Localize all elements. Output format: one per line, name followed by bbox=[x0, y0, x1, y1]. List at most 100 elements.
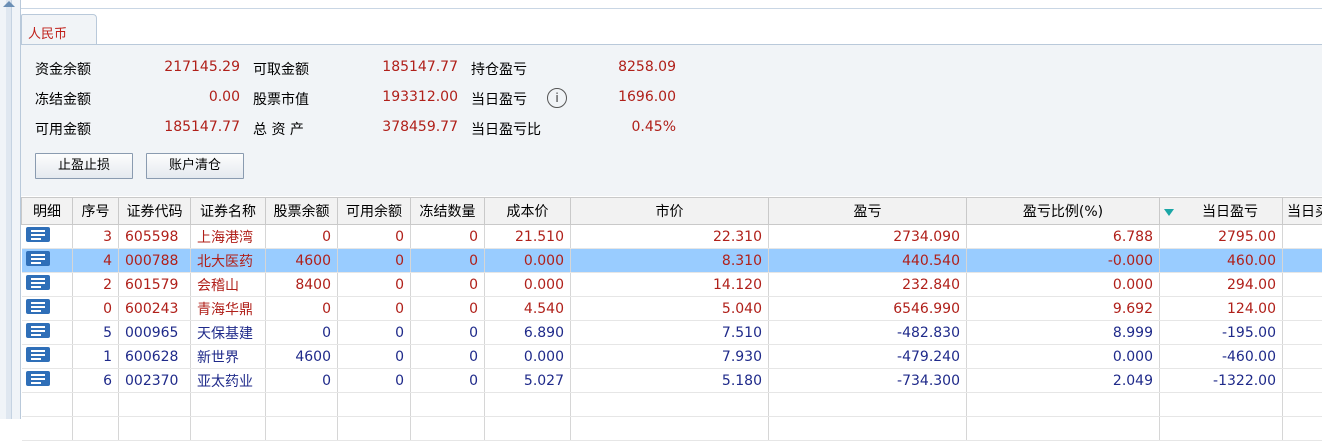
detail-cell[interactable] bbox=[22, 225, 73, 249]
cell-pnl: 440.540 bbox=[769, 249, 967, 273]
detail-cell[interactable] bbox=[22, 369, 73, 393]
cell-avail: 0 bbox=[338, 297, 411, 321]
empty-cell bbox=[73, 417, 119, 441]
cell-pnl: 232.840 bbox=[769, 273, 967, 297]
empty-cell bbox=[119, 417, 191, 441]
empty-cell bbox=[1160, 393, 1283, 417]
left-collapse-bar[interactable] bbox=[0, 0, 21, 419]
cell-bal: 0 bbox=[266, 321, 338, 345]
cell-bal: 0 bbox=[266, 225, 338, 249]
cell-seq: 3 bbox=[73, 225, 119, 249]
empty-cell bbox=[769, 417, 967, 441]
cell-seq: 6 bbox=[73, 369, 119, 393]
label-frozen-amount: 冻结金额 bbox=[35, 89, 91, 109]
empty-cell bbox=[967, 393, 1160, 417]
cell-name: 上海港湾 bbox=[191, 225, 266, 249]
empty-cell bbox=[338, 417, 411, 441]
detail-list-icon[interactable] bbox=[26, 371, 50, 386]
empty-cell bbox=[1160, 417, 1283, 441]
empty-cell bbox=[191, 393, 266, 417]
detail-cell[interactable] bbox=[22, 273, 73, 297]
col-daily-pnl-label: 当日盈亏 bbox=[1202, 204, 1258, 220]
cell-price: 5.040 bbox=[571, 297, 769, 321]
left-strip bbox=[6, 0, 12, 419]
col-stock-balance[interactable]: 股票余额 bbox=[266, 198, 338, 225]
tab-rmb[interactable]: 人民币 bbox=[21, 14, 97, 45]
col-pnl-ratio[interactable]: 盈亏比例(%) bbox=[967, 198, 1160, 225]
empty-cell bbox=[769, 393, 967, 417]
top-band bbox=[21, 0, 1322, 9]
value-total-assets: 378459.77 bbox=[358, 119, 458, 135]
value-daily-pnl-ratio: 0.45% bbox=[576, 119, 676, 135]
table-row[interactable]: 2601579会稽山8400000.00014.120232.8400.0002… bbox=[22, 273, 1322, 297]
detail-cell[interactable] bbox=[22, 249, 73, 273]
empty-cell bbox=[266, 417, 338, 441]
clear-account-button[interactable]: 账户清仓 bbox=[146, 153, 244, 179]
cell-daily-buy bbox=[1283, 225, 1322, 249]
detail-list-icon[interactable] bbox=[26, 299, 50, 314]
col-pnl[interactable]: 盈亏 bbox=[769, 198, 967, 225]
currency-tab-row: 人民币 bbox=[21, 9, 1322, 44]
detail-list-icon[interactable] bbox=[26, 323, 50, 338]
detail-list-icon[interactable] bbox=[26, 275, 50, 290]
cell-frozen: 0 bbox=[411, 225, 485, 249]
cell-cost: 6.890 bbox=[485, 321, 571, 345]
table-row[interactable]: 5000965天保基建0006.8907.510-482.8308.999-19… bbox=[22, 321, 1322, 345]
cell-day: 124.00 bbox=[1160, 297, 1283, 321]
cell-seq: 0 bbox=[73, 297, 119, 321]
detail-cell[interactable] bbox=[22, 297, 73, 321]
empty-cell bbox=[22, 417, 73, 441]
clear-account-label: 账户清仓 bbox=[169, 158, 221, 173]
col-price[interactable]: 市价 bbox=[571, 198, 769, 225]
cell-name: 青海华鼎 bbox=[191, 297, 266, 321]
col-daily-buy[interactable]: 当日买 bbox=[1283, 198, 1322, 225]
cell-seq: 1 bbox=[73, 345, 119, 369]
col-name[interactable]: 证券名称 bbox=[191, 198, 266, 225]
cell-pnl: -734.300 bbox=[769, 369, 967, 393]
empty-cell bbox=[967, 417, 1160, 441]
cell-day: -1322.00 bbox=[1160, 369, 1283, 393]
stop-profit-loss-button[interactable]: 止盈止损 bbox=[35, 153, 133, 179]
detail-list-icon[interactable] bbox=[26, 251, 50, 266]
detail-list-icon[interactable] bbox=[26, 227, 50, 242]
cell-bal: 4600 bbox=[266, 345, 338, 369]
cell-ratio: 6.788 bbox=[967, 225, 1160, 249]
empty-cell bbox=[22, 393, 73, 417]
label-cash-balance: 资金余额 bbox=[35, 59, 91, 79]
cell-frozen: 0 bbox=[411, 273, 485, 297]
table-row[interactable]: 4000788北大医药4600000.0008.310440.540-0.000… bbox=[22, 249, 1322, 273]
detail-list-icon[interactable] bbox=[26, 347, 50, 362]
table-row[interactable]: 6002370亚太药业0005.0275.180-734.3002.049-13… bbox=[22, 369, 1322, 393]
col-cost[interactable]: 成本价 bbox=[485, 198, 571, 225]
info-icon[interactable]: i bbox=[547, 88, 567, 108]
col-seq[interactable]: 序号 bbox=[73, 198, 119, 225]
col-detail[interactable]: 明细 bbox=[22, 198, 73, 225]
table-row[interactable]: 1600628新世界4600000.0007.930-479.2400.000-… bbox=[22, 345, 1322, 369]
cell-price: 7.510 bbox=[571, 321, 769, 345]
table-body: 3605598上海港湾00021.51022.3102734.0906.7882… bbox=[22, 225, 1322, 441]
cell-avail: 0 bbox=[338, 345, 411, 369]
col-code[interactable]: 证券代码 bbox=[119, 198, 191, 225]
label-stock-value: 股票市值 bbox=[253, 89, 309, 109]
col-daily-pnl[interactable]: 当日盈亏 bbox=[1160, 198, 1283, 225]
cell-code: 002370 bbox=[119, 369, 191, 393]
cell-seq: 2 bbox=[73, 273, 119, 297]
cell-pnl: 2734.090 bbox=[769, 225, 967, 249]
col-available[interactable]: 可用余额 bbox=[338, 198, 411, 225]
cell-cost: 5.027 bbox=[485, 369, 571, 393]
detail-cell[interactable] bbox=[22, 345, 73, 369]
value-frozen-amount: 0.00 bbox=[140, 89, 240, 105]
label-total-assets: 总 资 产 bbox=[253, 119, 304, 139]
col-frozen[interactable]: 冻结数量 bbox=[411, 198, 485, 225]
cell-frozen: 0 bbox=[411, 345, 485, 369]
value-position-pnl: 8258.09 bbox=[576, 59, 676, 75]
value-stock-value: 193312.00 bbox=[358, 89, 458, 105]
empty-cell bbox=[1283, 417, 1322, 441]
detail-cell[interactable] bbox=[22, 321, 73, 345]
cell-cost: 0.000 bbox=[485, 345, 571, 369]
table-row[interactable]: 3605598上海港湾00021.51022.3102734.0906.7882… bbox=[22, 225, 1322, 249]
cell-code: 600628 bbox=[119, 345, 191, 369]
collapse-arrow-icon[interactable] bbox=[3, 1, 15, 7]
table-row[interactable]: 0600243青海华鼎0004.5405.0406546.9909.692124… bbox=[22, 297, 1322, 321]
empty-row bbox=[22, 393, 1322, 417]
